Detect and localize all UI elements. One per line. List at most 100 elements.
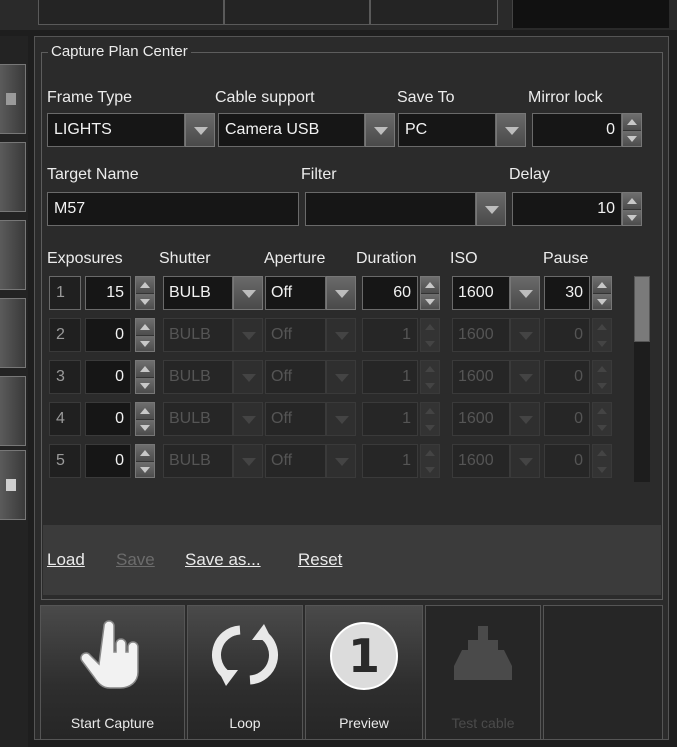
increment-icon[interactable] (421, 319, 439, 335)
delay-stepper[interactable] (622, 192, 642, 226)
aperture-select[interactable]: Off (265, 276, 326, 310)
decrement-icon[interactable] (623, 130, 641, 146)
save-to-select[interactable]: PC (398, 113, 496, 147)
increment-icon[interactable] (421, 361, 439, 377)
iso-dropdown-button[interactable] (510, 318, 540, 352)
exposures-input[interactable]: 0 (85, 318, 131, 352)
exposures-stepper[interactable] (135, 402, 155, 436)
loop-button[interactable]: Loop (187, 605, 303, 740)
pause-stepper[interactable] (592, 318, 612, 352)
exposures-input[interactable]: 0 (85, 444, 131, 478)
shutter-dropdown-button[interactable] (233, 318, 263, 352)
pause-input[interactable]: 0 (544, 402, 590, 436)
pause-input[interactable]: 0 (544, 360, 590, 394)
increment-icon[interactable] (136, 403, 154, 419)
start-capture-button[interactable]: Start Capture (40, 605, 185, 740)
pause-stepper[interactable] (592, 444, 612, 478)
exposures-input[interactable]: 0 (85, 402, 131, 436)
aperture-select[interactable]: Off (265, 444, 326, 478)
decrement-icon[interactable] (421, 335, 439, 351)
aperture-dropdown-button[interactable] (326, 318, 356, 352)
iso-select[interactable]: 1600 (452, 318, 510, 352)
shutter-dropdown-button[interactable] (233, 402, 263, 436)
increment-icon[interactable] (593, 361, 611, 377)
mirror-lock-input[interactable]: 0 (532, 113, 622, 147)
load-link[interactable]: Load (47, 550, 85, 570)
filter-select[interactable] (305, 192, 476, 226)
increment-icon[interactable] (623, 193, 641, 209)
increment-icon[interactable] (593, 445, 611, 461)
increment-icon[interactable] (421, 403, 439, 419)
shutter-dropdown-button[interactable] (233, 360, 263, 394)
iso-select[interactable]: 1600 (452, 276, 510, 310)
pause-input[interactable]: 0 (544, 318, 590, 352)
exposures-stepper[interactable] (135, 360, 155, 394)
increment-icon[interactable] (136, 361, 154, 377)
frame-type-select[interactable]: LIGHTS (47, 113, 185, 147)
sidebar-tab-1[interactable] (0, 64, 26, 134)
shutter-dropdown-button[interactable] (233, 276, 263, 310)
decrement-icon[interactable] (421, 377, 439, 393)
aperture-select[interactable]: Off (265, 402, 326, 436)
duration-stepper[interactable] (420, 318, 440, 352)
iso-select[interactable]: 1600 (452, 360, 510, 394)
mirror-lock-stepper[interactable] (622, 113, 642, 147)
decrement-icon[interactable] (136, 419, 154, 435)
increment-icon[interactable] (421, 445, 439, 461)
aperture-dropdown-button[interactable] (326, 402, 356, 436)
iso-dropdown-button[interactable] (510, 402, 540, 436)
save-link[interactable]: Save (116, 550, 155, 570)
save-as-link[interactable]: Save as... (185, 550, 261, 570)
shutter-dropdown-button[interactable] (233, 444, 263, 478)
iso-select[interactable]: 1600 (452, 444, 510, 478)
increment-icon[interactable] (593, 403, 611, 419)
duration-stepper[interactable] (420, 276, 440, 310)
duration-input[interactable]: 1 (362, 402, 418, 436)
frame-type-dropdown-button[interactable] (185, 113, 215, 147)
increment-icon[interactable] (593, 277, 611, 293)
shutter-select[interactable]: BULB (163, 318, 233, 352)
pause-input[interactable]: 0 (544, 444, 590, 478)
increment-icon[interactable] (623, 114, 641, 130)
decrement-icon[interactable] (421, 293, 439, 309)
aperture-dropdown-button[interactable] (326, 360, 356, 394)
duration-input[interactable]: 1 (362, 444, 418, 478)
pause-stepper[interactable] (592, 360, 612, 394)
table-scrollbar-thumb[interactable] (634, 276, 650, 342)
pause-stepper[interactable] (592, 276, 612, 310)
decrement-icon[interactable] (593, 335, 611, 351)
duration-stepper[interactable] (420, 444, 440, 478)
duration-stepper[interactable] (420, 402, 440, 436)
decrement-icon[interactable] (421, 419, 439, 435)
increment-icon[interactable] (593, 319, 611, 335)
preview-button[interactable]: 1 Preview (305, 605, 423, 740)
reset-link[interactable]: Reset (298, 550, 342, 570)
iso-dropdown-button[interactable] (510, 444, 540, 478)
decrement-icon[interactable] (593, 461, 611, 477)
pause-stepper[interactable] (592, 402, 612, 436)
test-cable-button[interactable]: Test cable (425, 605, 541, 740)
decrement-icon[interactable] (136, 377, 154, 393)
decrement-icon[interactable] (136, 335, 154, 351)
decrement-icon[interactable] (623, 209, 641, 225)
increment-icon[interactable] (136, 445, 154, 461)
increment-icon[interactable] (136, 319, 154, 335)
filter-dropdown-button[interactable] (476, 192, 506, 226)
iso-dropdown-button[interactable] (510, 276, 540, 310)
shutter-select[interactable]: BULB (163, 276, 233, 310)
exposures-stepper[interactable] (135, 276, 155, 310)
delay-input[interactable]: 10 (512, 192, 622, 226)
decrement-icon[interactable] (136, 461, 154, 477)
aperture-select[interactable]: Off (265, 360, 326, 394)
iso-dropdown-button[interactable] (510, 360, 540, 394)
increment-icon[interactable] (421, 277, 439, 293)
duration-stepper[interactable] (420, 360, 440, 394)
shutter-select[interactable]: BULB (163, 360, 233, 394)
target-name-input[interactable]: M57 (47, 192, 299, 226)
exposures-stepper[interactable] (135, 444, 155, 478)
decrement-icon[interactable] (593, 293, 611, 309)
save-to-dropdown-button[interactable] (496, 113, 526, 147)
increment-icon[interactable] (136, 277, 154, 293)
exposures-stepper[interactable] (135, 318, 155, 352)
aperture-select[interactable]: Off (265, 318, 326, 352)
